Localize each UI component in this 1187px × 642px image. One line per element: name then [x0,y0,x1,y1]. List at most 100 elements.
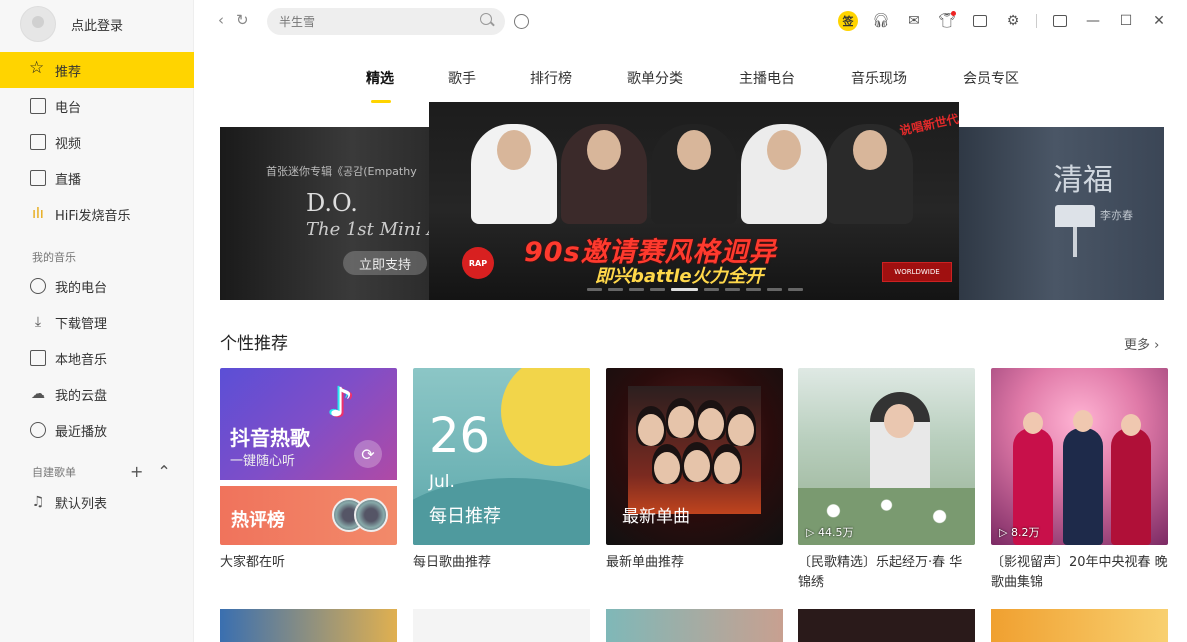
card-caption[interactable]: 〔影视留声〕20年中央视春 晚歌曲集锦 [991,553,1168,593]
performer-face [1121,414,1141,436]
settings-icon[interactable]: ⚙ [1003,11,1023,31]
fm-icon[interactable] [970,11,990,31]
card-thumbnail[interactable] [798,609,975,642]
banner-subtitle: 首张迷你专辑《공감(Empathy [266,165,417,178]
login-label[interactable]: 点此登录 [71,15,123,34]
carousel-dot[interactable] [788,288,803,291]
tab-charts[interactable]: 排行榜 [530,68,572,88]
carousel-dot[interactable] [608,288,623,291]
mini-mode-icon[interactable] [1050,11,1070,31]
tab-singers[interactable]: 歌手 [448,68,476,88]
close-icon[interactable]: ✕ [1149,11,1169,31]
headphones-icon[interactable]: 🎧︎ [871,11,891,31]
search-input[interactable] [267,8,505,35]
sidebar-item-label: 电台 [55,100,82,116]
more-link[interactable]: 更多 › [1124,334,1159,353]
banner-prev[interactable]: 首张迷你专辑《공감(Empathy D.O. The 1st Mini Alb … [220,127,440,300]
carousel-dot[interactable] [746,288,761,291]
card-thumbnail[interactable] [991,609,1168,642]
hot-comment-tile[interactable]: 热评榜 [220,486,397,545]
minimize-icon[interactable]: — [1083,11,1103,31]
refresh-icon[interactable]: ↻ [236,11,249,29]
card-douyin[interactable]: ♪ 抖音热歌 一键随心听 ⟳ 热评榜 [220,368,397,545]
sidebar-item-cloud[interactable]: ☁ 我的云盘 [0,376,194,412]
carousel-dot[interactable] [767,288,782,291]
tab-playlist-categories[interactable]: 歌单分类 [627,68,683,88]
tab-live-music[interactable]: 音乐现场 [851,68,907,88]
sidebar-item-my-radio[interactable]: 我的电台 [0,268,194,304]
login-area[interactable]: 点此登录 [20,5,123,43]
search-icon[interactable] [480,13,492,25]
sidebar-item-radio[interactable]: 电台 [0,88,194,124]
card-title: 抖音热歌 [230,426,310,450]
lamp-stand [1073,227,1077,257]
sidebar-item-download[interactable]: ⤓ 下载管理 [0,304,194,340]
add-icon[interactable]: + [130,462,143,481]
music-recognition-icon[interactable] [514,14,529,29]
maximize-icon[interactable]: ☐ [1116,11,1136,31]
group-photo [628,386,761,514]
carousel-dot[interactable] [650,288,665,291]
singer-face [884,404,914,438]
album-disc [354,498,388,532]
sidebar-item-recommend[interactable]: 推荐 [0,52,194,88]
section-title: 个性推荐 [220,334,288,354]
card-new-singles[interactable]: 最新单曲 [606,368,783,545]
sidebar-item-video[interactable]: 视频 [0,124,194,160]
card-thumbnail[interactable] [220,609,397,642]
performer [1111,428,1151,545]
card-gala-songs[interactable]: ▷ 8.2万 [991,368,1168,545]
card-caption[interactable]: 大家都在听 [220,553,397,573]
card-thumbnail[interactable] [606,609,783,642]
banner-next[interactable]: 清福 李亦春 [945,127,1164,300]
history-nav: ‹ ↻ [218,11,249,29]
mail-icon[interactable]: ✉ [904,11,924,31]
performer-face [1073,410,1093,432]
worldwide-badge: WORLDWIDE [882,262,952,282]
hifi-icon: ılı [32,206,44,222]
sidebar-item-recent[interactable]: 最近播放 [0,412,194,448]
tab-anchor-radio[interactable]: 主播电台 [739,68,795,88]
banner-album: The 1st Mini Alb [306,219,440,240]
card-thumbnail[interactable] [413,609,590,642]
play-count: ▷ 44.5万 [806,526,854,539]
sign-in-icon[interactable]: 签 [838,11,858,31]
sidebar-item-default-list[interactable]: ♫ 默认列表 [0,484,194,520]
card-folk-songs[interactable]: ▷ 44.5万 [798,368,975,545]
artist-photo [827,124,913,224]
back-icon[interactable]: ‹ [218,11,224,29]
show-logo: 说唱新世代 [898,111,959,139]
tab-featured[interactable]: 精选 [366,68,394,88]
divider [1036,14,1037,28]
tab-vip[interactable]: 会员专区 [963,68,1019,88]
date-month: Jul. [429,472,455,492]
sidebar-item-label: 推荐 [55,64,82,80]
sidebar-item-hifi[interactable]: ılı HiFi发烧音乐 [0,196,194,232]
radio-icon [30,98,46,114]
card-title: 最新单曲 [622,507,690,527]
sidebar-item-live[interactable]: 直播 [0,160,194,196]
card-caption[interactable]: 〔民歌精选〕乐起经万·春 华锦绣 [798,553,975,593]
support-button[interactable]: 立即支持 [343,251,427,275]
skin-icon[interactable]: 👕︎ [937,11,957,31]
card-caption[interactable]: 每日歌曲推荐 [413,553,590,573]
avatar[interactable] [20,6,56,42]
card-daily[interactable]: 26 Jul. 每日推荐 [413,368,590,545]
carousel-dot[interactable] [671,288,698,291]
playlist-icon: ♫ [31,494,45,510]
refresh-icon[interactable]: ⟳ [354,440,382,468]
carousel-dot[interactable] [629,288,644,291]
carousel-dot[interactable] [587,288,602,291]
sidebar-item-local-music[interactable]: 本地音乐 [0,340,194,376]
sidebar-item-label: HiFi发烧音乐 [55,208,131,224]
artist-photo [741,124,827,224]
tiktok-note-icon: ♪ [328,380,354,426]
carousel-dot[interactable] [704,288,719,291]
chevron-up-icon[interactable]: ⌃ [157,462,170,481]
card-caption[interactable]: 最新单曲推荐 [606,553,783,573]
carousel-dot[interactable] [725,288,740,291]
artist-photo [471,124,557,224]
banner-current[interactable]: 说唱新世代 RAP 90s邀请赛风格迥异 即兴battle火力全开 WORLDW… [429,102,959,300]
performer-face [1023,412,1043,434]
douyin-tile[interactable]: ♪ 抖音热歌 一键随心听 ⟳ [220,368,397,480]
